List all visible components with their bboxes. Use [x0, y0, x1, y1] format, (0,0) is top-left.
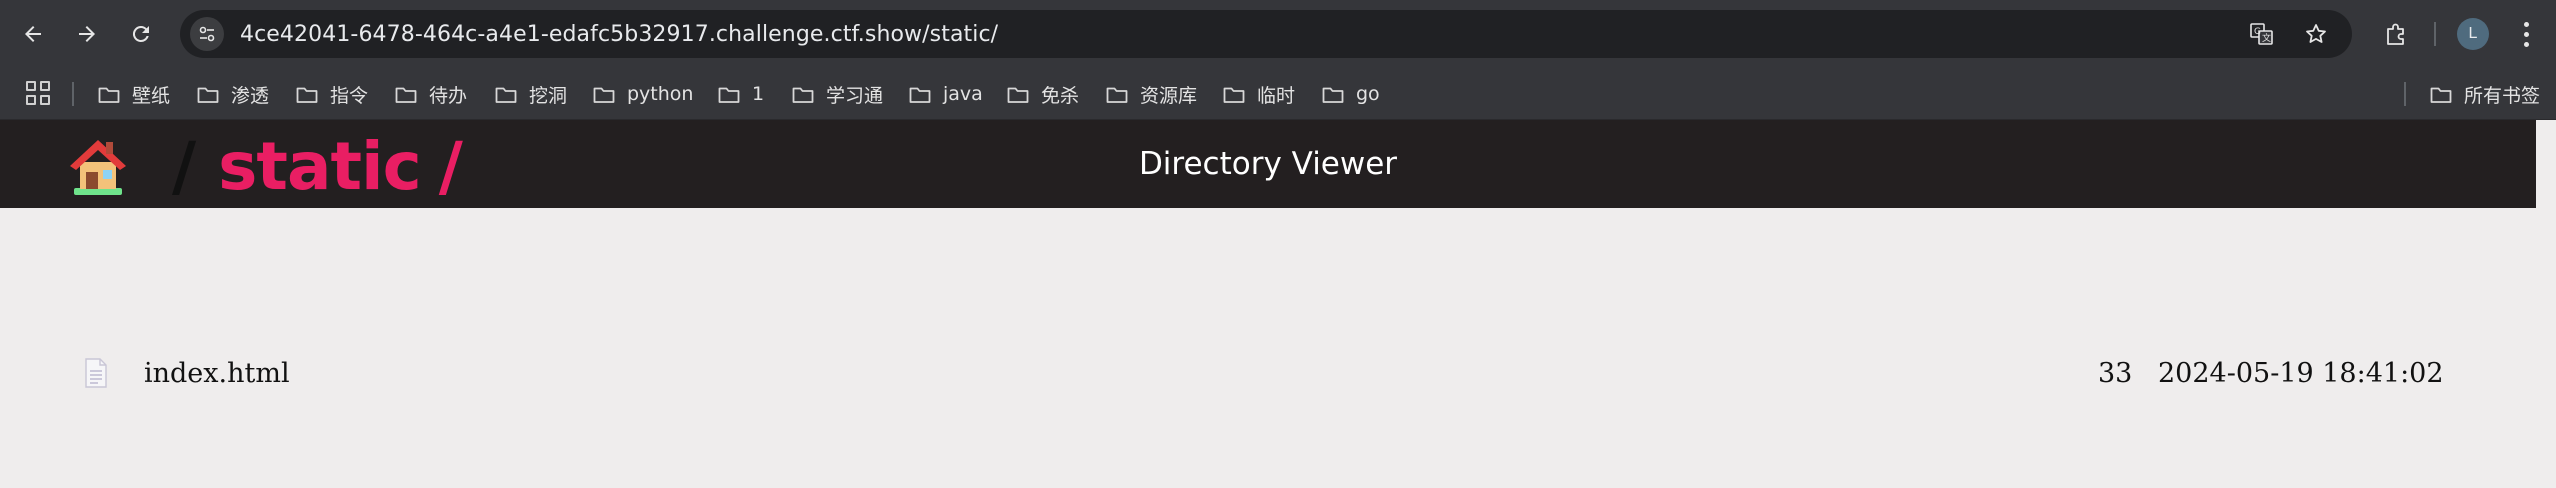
file-icon — [84, 358, 108, 388]
bookmarks-bar: 壁纸 渗透 指令 待办 挖洞 python 1 学习通 java 免杀 资源库 … — [0, 68, 2556, 120]
folder-icon — [1322, 86, 1344, 103]
bookmark-label: 临时 — [1257, 84, 1296, 107]
reload-icon — [132, 25, 149, 42]
bookmark-label: 壁纸 — [132, 84, 171, 107]
bookmark-folder[interactable]: 壁纸 — [98, 68, 170, 120]
scrollbar[interactable] — [2536, 120, 2556, 488]
folder-icon — [495, 86, 517, 103]
toolbar-separator — [2434, 22, 2436, 46]
breadcrumb-separator: / — [438, 127, 463, 205]
breadcrumb-dir-link[interactable]: static — [218, 128, 422, 205]
bookmark-label: 资源库 — [1140, 84, 1198, 107]
translate-button[interactable]: G 文 — [2246, 18, 2278, 50]
bookmark-label: go — [1356, 83, 1380, 105]
svg-text:文: 文 — [2262, 32, 2271, 44]
svg-text:G: G — [2254, 27, 2261, 37]
file-name-link[interactable]: index.html — [144, 358, 290, 389]
browser-chrome: 4ce42041-6478-464c-a4e1-edafc5b32917.cha… — [0, 0, 2556, 120]
bookmark-star-button[interactable] — [2300, 18, 2332, 50]
bookmarks-separator — [2404, 82, 2406, 106]
folder-icon — [792, 86, 814, 103]
bookmark-folder[interactable]: 挖洞 — [495, 68, 567, 120]
folder-icon — [718, 86, 740, 103]
arrow-right-icon — [79, 26, 95, 42]
profile-avatar[interactable]: L — [2457, 18, 2489, 50]
all-bookmarks-folder[interactable]: 所有书签 — [2430, 68, 2540, 120]
puzzle-icon — [2387, 23, 2404, 45]
file-modified-date: 2024-05-19 18:41:02 — [2158, 358, 2444, 389]
bookmark-folder[interactable]: python — [593, 68, 693, 120]
bookmark-folder[interactable]: 学习通 — [792, 68, 883, 120]
reload-button[interactable] — [120, 13, 162, 55]
omnibox-actions: G 文 — [2246, 18, 2332, 50]
bookmark-folder[interactable]: go — [1322, 68, 1380, 120]
extensions-button[interactable] — [2376, 14, 2416, 54]
folder-icon — [1106, 86, 1128, 103]
bookmark-label: python — [627, 83, 694, 105]
back-button[interactable] — [12, 13, 54, 55]
folder-icon — [395, 86, 417, 103]
bookmark-folder[interactable]: 资源库 — [1106, 68, 1197, 120]
breadcrumb: / static / — [64, 128, 463, 205]
bookmark-folder[interactable]: 1 — [718, 68, 764, 120]
forward-button[interactable] — [66, 13, 108, 55]
bookmark-folder[interactable]: 免杀 — [1007, 68, 1079, 120]
browser-toolbar: 4ce42041-6478-464c-a4e1-edafc5b32917.cha… — [0, 0, 2556, 68]
bookmark-label: java — [943, 83, 983, 105]
folder-icon — [98, 86, 120, 103]
tune-icon — [199, 26, 215, 42]
house-icon[interactable] — [64, 132, 132, 200]
bookmark-folder[interactable]: 待办 — [395, 68, 467, 120]
url-text[interactable]: 4ce42041-6478-464c-a4e1-edafc5b32917.cha… — [240, 22, 998, 47]
folder-icon — [1223, 86, 1245, 103]
kebab-menu-icon[interactable] — [2512, 14, 2540, 54]
bookmark-folder[interactable]: 临时 — [1223, 68, 1295, 120]
bookmark-folder[interactable]: 渗透 — [197, 68, 269, 120]
folder-icon — [1007, 86, 1029, 103]
bookmark-label: 1 — [752, 83, 765, 105]
folder-icon — [197, 86, 219, 103]
address-bar[interactable]: 4ce42041-6478-464c-a4e1-edafc5b32917.cha… — [180, 10, 2352, 58]
bookmark-label: 挖洞 — [529, 84, 568, 107]
folder-icon — [593, 86, 615, 103]
file-size: 33 — [2098, 358, 2133, 389]
bookmark-folder[interactable]: 指令 — [296, 68, 368, 120]
apps-grid-icon[interactable] — [26, 81, 52, 107]
bookmarks-separator — [72, 82, 74, 106]
star-icon — [2306, 24, 2326, 43]
page-title: Directory Viewer — [1138, 146, 1398, 182]
bookmark-label: 渗透 — [231, 84, 270, 107]
file-row[interactable] — [0, 352, 2536, 396]
folder-icon — [296, 86, 318, 103]
folder-icon — [2430, 86, 2452, 103]
bookmark-label: 待办 — [429, 84, 468, 107]
bookmark-label: 学习通 — [826, 84, 884, 107]
bookmark-label: 所有书签 — [2464, 84, 2541, 107]
translate-icon: G 文 — [2250, 23, 2273, 45]
arrow-left-icon — [25, 26, 41, 42]
folder-icon — [909, 86, 931, 103]
breadcrumb-root-separator: / — [172, 127, 197, 205]
site-info-button[interactable] — [190, 17, 224, 51]
bookmark-label: 指令 — [330, 84, 369, 107]
bookmark-label: 免杀 — [1041, 84, 1080, 107]
bookmark-folder[interactable]: java — [909, 68, 983, 120]
